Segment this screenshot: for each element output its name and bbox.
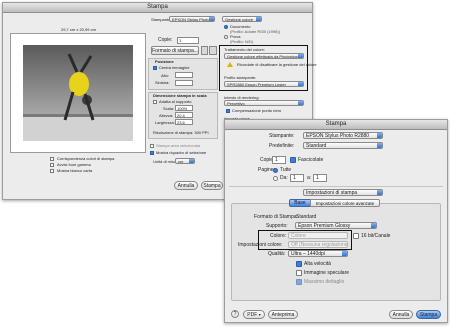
high-speed-checkbox[interactable]	[296, 261, 302, 267]
match-print-colors-checkbox[interactable]	[50, 157, 54, 161]
range-radio[interactable]	[273, 176, 278, 181]
separator	[229, 186, 443, 187]
printer-label: Stampante:	[269, 133, 295, 139]
scaled-size-group: Dimensione stampa in scala Adatta al sup…	[148, 92, 218, 139]
left-field[interactable]	[175, 80, 193, 86]
finest-detail-checkbox[interactable]	[296, 279, 302, 285]
width-label: Larghezza:	[155, 120, 175, 125]
center-image-checkbox[interactable]	[153, 66, 157, 70]
black-point-label: Compensazione punto nero	[232, 108, 282, 113]
height-label: Altezza:	[159, 113, 174, 118]
tab-base[interactable]: Base	[289, 199, 311, 207]
page-setup-label: Formato di Stampa:	[254, 214, 298, 220]
paper-white-checkbox[interactable]	[50, 169, 54, 173]
16bit-checkbox[interactable]	[353, 233, 359, 239]
all-pages-radio[interactable]	[273, 168, 278, 173]
copies-field[interactable]: 1	[272, 156, 286, 164]
height-field[interactable]: 20,4	[175, 112, 193, 118]
collate-label: Fascicolate	[298, 157, 324, 163]
from-field[interactable]: 1	[290, 174, 304, 182]
proof-radio[interactable]	[224, 35, 228, 39]
paper-size-label: 29,7 cm x 20,99 cm	[61, 27, 96, 32]
left-label: Sinistra:	[155, 80, 170, 85]
print-resolution-text: Risoluzione di stampa: 300 PPI	[153, 130, 209, 135]
cancel-button[interactable]: Annulla	[174, 181, 198, 190]
scale-label: Scala:	[163, 106, 175, 111]
print-preview	[10, 33, 146, 153]
page-setup-value: Standard	[296, 214, 317, 220]
pdf-button[interactable]: PDF ▾	[243, 310, 265, 319]
from-label: Da:	[280, 175, 288, 181]
settings-panel: Base Impostazioni colore avanzate Format…	[231, 199, 441, 301]
printer-popup[interactable]: EPSON Stylus Photo R2880	[169, 16, 215, 22]
color-handling-highlight	[219, 45, 308, 91]
width-field[interactable]: 23,6	[175, 119, 193, 125]
rendering-intent-popup[interactable]: Percettivo	[224, 100, 304, 106]
position-group: Posizione Centra immagine Alto: Sinistra…	[148, 58, 218, 90]
window-title: Stampa	[225, 120, 447, 130]
position-header: Posizione	[155, 59, 174, 64]
copies-label: Copie:	[158, 37, 173, 43]
color-settings-highlight	[258, 230, 352, 250]
scaled-size-header: Dimensione stampa in scala	[153, 93, 207, 98]
16bit-label: 16 bit/Canale	[361, 233, 391, 239]
print-dialog-driver: Stampa Stampante: EPSON Stylus Photo R28…	[224, 119, 448, 323]
help-icon: ?	[233, 311, 237, 317]
color-management-popup[interactable]: Gestione colore	[222, 16, 262, 22]
chevron-down-icon: ▾	[258, 312, 261, 317]
print-button[interactable]: Stampa	[416, 310, 441, 319]
mirror-image-label: Immagine speculare	[304, 270, 350, 276]
document-radio[interactable]	[224, 25, 228, 29]
tab-bar: Base Impostazioni colore avanzate	[289, 199, 389, 207]
quality-label: Qualità:	[268, 251, 286, 257]
bounding-box-label: Mostra riquadro di selezione	[156, 150, 207, 155]
tab-advanced-color[interactable]: Impostazioni colore avanzate	[310, 199, 380, 207]
photo-preview	[23, 45, 133, 141]
center-image-label: Centra immagine	[159, 65, 190, 70]
units-popup[interactable]: cm	[175, 158, 195, 164]
preview-button[interactable]: Anteprima	[268, 310, 298, 319]
presets-popup[interactable]: Standard	[303, 142, 383, 149]
landscape-icon[interactable]	[209, 46, 217, 55]
scale-field[interactable]: 100%	[175, 105, 193, 111]
gamut-warning-label: Avvisi fuori gamma	[57, 162, 91, 167]
top-label: Alto:	[161, 73, 170, 78]
to-label: a:	[307, 175, 312, 181]
copies-field[interactable]: 1	[177, 37, 199, 44]
section-popup[interactable]: Impostazioni di stampa	[303, 189, 383, 196]
page-setup-button[interactable]: Formato di stampa...	[151, 46, 199, 55]
fit-media-checkbox[interactable]	[153, 100, 157, 104]
gamut-warning-checkbox[interactable]	[50, 163, 54, 167]
print-button[interactable]: Stampa	[201, 181, 223, 190]
mirror-image-checkbox[interactable]	[296, 270, 302, 276]
quality-popup[interactable]: Ultra – 1440dpi	[288, 250, 348, 257]
window-title: Stampa	[3, 3, 312, 13]
cancel-button[interactable]: Annulla	[389, 310, 413, 319]
all-pages-label: Tutte	[280, 167, 292, 173]
black-point-checkbox[interactable]	[226, 109, 230, 113]
bounding-box-checkbox[interactable]	[150, 151, 154, 155]
media-label: Supporto:	[266, 223, 288, 229]
printer-popup[interactable]: EPSON Stylus Photo R2880	[303, 132, 383, 139]
fit-media-label: Adatta al supporto	[159, 99, 192, 104]
collate-checkbox[interactable]	[290, 157, 296, 163]
presets-label: Predefinite:	[269, 143, 295, 149]
portrait-icon[interactable]	[201, 46, 208, 55]
help-button[interactable]: ?	[231, 310, 239, 318]
match-print-colors-label: Corrispondenza colori di stampa	[57, 156, 115, 161]
media-popup[interactable]: Epson Premium Glossy	[295, 222, 377, 229]
pdf-label: PDF	[247, 312, 258, 318]
top-field[interactable]	[175, 72, 193, 78]
to-field[interactable]: 1	[313, 174, 327, 182]
proof-profile: (Profilo: N/D)	[230, 39, 254, 44]
print-selected-area-checkbox[interactable]	[150, 144, 154, 148]
finest-detail-label: Massimo dettaglio	[304, 279, 345, 285]
paper-white-label: Mostra bianco carta	[57, 168, 93, 173]
high-speed-label: Alta velocità	[304, 261, 331, 267]
print-selected-area-label: Stampa area selezionata	[156, 143, 201, 148]
